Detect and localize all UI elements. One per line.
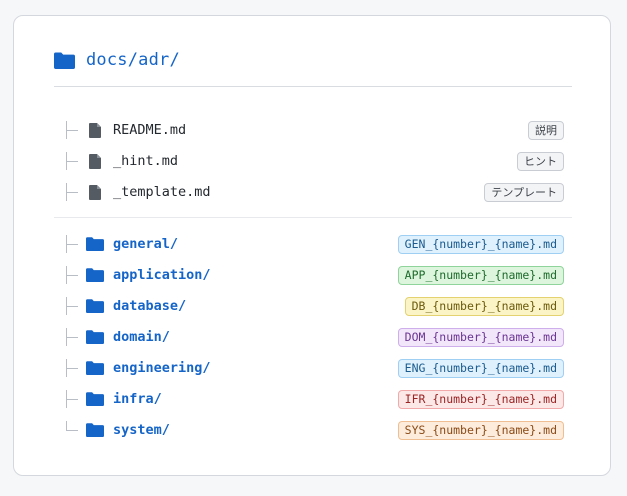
filename-pattern-badge: ENG_{number}_{name}.md [397,358,564,378]
list-item-folder[interactable]: general/ GEN_{number}_{name}.md [54,233,564,255]
filename-pattern-badge: IFR_{number}_{name}.md [397,389,564,409]
folder-icon [54,52,75,69]
tree-branch [54,357,86,379]
file-badge: テンプレート [484,182,564,202]
file-name: _hint.md [113,153,179,169]
folder-icon [86,330,104,344]
tree-card: docs/adr/ README.md 説明 _hint.md ヒント _tem… [13,15,611,476]
directory-title: docs/adr/ [86,50,180,70]
folder-name: application/ [113,267,211,283]
file-name: README.md [113,122,187,138]
folder-icon [86,423,104,437]
folder-name: system/ [113,422,170,438]
tree-branch-last [54,419,86,441]
folder-name: infra/ [113,391,162,407]
folder-icon [86,268,104,282]
file-icon [89,122,101,138]
folder-icon [86,299,104,313]
folder-icon [86,361,104,375]
tree-branch [54,295,86,317]
tree-branch [54,150,86,172]
filename-pattern-badge: APP_{number}_{name}.md [397,265,564,285]
folder-name: general/ [113,236,179,252]
folder-icon [86,392,104,406]
list-item-hint[interactable]: _hint.md ヒント [54,150,564,172]
file-name: _template.md [113,184,211,200]
list-item-template[interactable]: _template.md テンプレート [54,181,564,203]
filename-pattern-badge: DB_{number}_{name}.md [404,296,564,316]
folder-name: database/ [113,298,187,314]
filename-pattern-badge: DOM_{number}_{name}.md [397,327,564,347]
file-badge: 説明 [528,120,564,140]
list-item-folder[interactable]: application/ APP_{number}_{name}.md [54,264,564,286]
file-icon [89,184,101,200]
tree-branch [54,264,86,286]
tree-branch [54,181,86,203]
file-badge: ヒント [517,151,564,171]
filename-pattern-badge: GEN_{number}_{name}.md [397,234,564,254]
folder-name: engineering/ [113,360,211,376]
list-item-folder[interactable]: domain/ DOM_{number}_{name}.md [54,326,564,348]
tree-branch [54,326,86,348]
tree-branch [54,233,86,255]
folder-icon [86,237,104,251]
section-divider [54,217,572,218]
tree-branch [54,388,86,410]
directory-header[interactable]: docs/adr/ [54,48,180,72]
list-item-folder[interactable]: database/ DB_{number}_{name}.md [54,295,564,317]
filename-pattern-badge: SYS_{number}_{name}.md [397,420,564,440]
file-icon [89,153,101,169]
list-item-folder[interactable]: infra/ IFR_{number}_{name}.md [54,388,564,410]
list-item-folder[interactable]: system/ SYS_{number}_{name}.md [54,419,564,441]
list-item-readme[interactable]: README.md 説明 [54,119,564,141]
folder-name: domain/ [113,329,170,345]
list-item-folder[interactable]: engineering/ ENG_{number}_{name}.md [54,357,564,379]
header-divider [54,86,572,87]
tree-branch [54,119,86,141]
